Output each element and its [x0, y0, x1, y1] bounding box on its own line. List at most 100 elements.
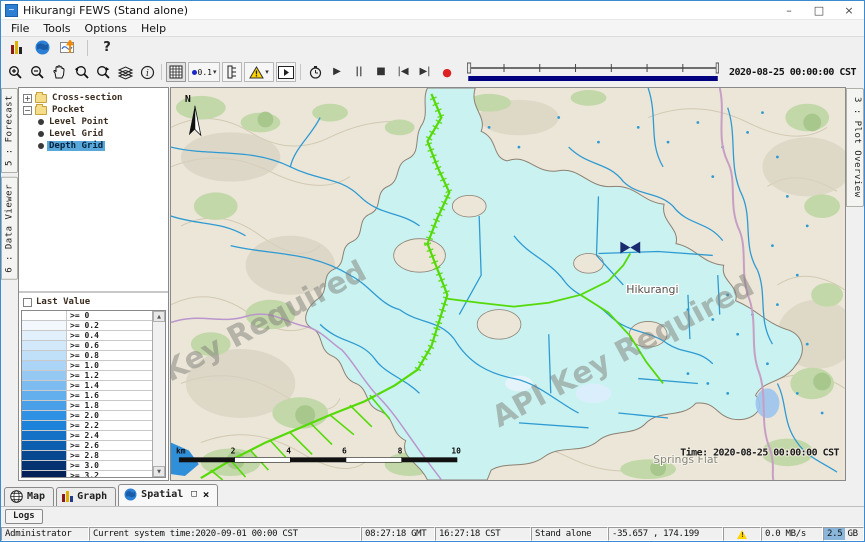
tree-node-label[interactable]: Level Point [47, 117, 111, 127]
tree-node-cross-section[interactable]: + Cross-section [23, 92, 166, 104]
first-frame-button[interactable]: |◀ [393, 62, 413, 82]
record-button[interactable]: ● [437, 62, 457, 82]
legend-row-label: >= 1.6 [67, 391, 152, 400]
legend-row[interactable]: >= 0 [22, 311, 152, 321]
legend-row[interactable]: >= 1.2 [22, 371, 152, 381]
legend-row[interactable]: >= 2.4 [22, 431, 152, 441]
grid-display-icon[interactable] [166, 62, 186, 82]
movie-player-icon[interactable] [276, 62, 296, 82]
map-canvas[interactable]: API Key Required API Key Required Hikura… [171, 88, 845, 480]
legend-row[interactable]: >= 0.6 [22, 341, 152, 351]
timeseries-icon[interactable] [59, 39, 77, 57]
memory-label: 2.5 GB [827, 529, 858, 539]
legend-row-label: >= 2.0 [67, 411, 152, 420]
toolbar-separator [87, 40, 88, 56]
legend-row[interactable]: >= 2.2 [22, 421, 152, 431]
legend-row[interactable]: >= 0.4 [22, 331, 152, 341]
menu-options[interactable]: Options [78, 21, 134, 36]
zoom-out-icon[interactable] [27, 62, 47, 82]
menu-tools[interactable]: Tools [36, 21, 77, 36]
legend-row[interactable]: >= 1.4 [22, 381, 152, 391]
menu-file[interactable]: File [4, 21, 36, 36]
info-icon[interactable]: i [137, 62, 157, 82]
tab-data-viewer[interactable]: 6 : Data Viewer [1, 177, 18, 280]
animation-timer-icon[interactable] [305, 62, 325, 82]
tree-node-pocket[interactable]: − Pocket [23, 104, 166, 116]
legend-scrollbar[interactable]: ▲ ▼ [152, 311, 165, 477]
zoom-next-icon[interactable] [93, 62, 113, 82]
expand-icon[interactable]: + [23, 94, 32, 103]
help-icon[interactable]: ? [98, 39, 116, 57]
timeline-slider[interactable] [465, 61, 721, 83]
last-value-checkbox[interactable] [23, 298, 32, 307]
tab-forecast[interactable]: 5 : Forecast [1, 88, 18, 173]
tree-node-label[interactable]: Pocket [50, 105, 87, 115]
tab-maximize-icon[interactable]: □ [191, 489, 196, 499]
legend-row[interactable]: >= 0.8 [22, 351, 152, 361]
status-user: Administrator [1, 527, 89, 541]
minimize-button[interactable]: – [774, 1, 804, 19]
legend-row[interactable]: >= 0.2 [22, 321, 152, 331]
stop-button[interactable]: ■ [371, 62, 391, 82]
legend-row[interactable]: >= 2.0 [22, 411, 152, 421]
collapse-icon[interactable]: − [23, 106, 32, 115]
tree-node-depth-grid[interactable]: Depth Grid [37, 140, 166, 152]
globe-glyph [35, 40, 50, 55]
scroll-down-icon[interactable]: ▼ [153, 466, 165, 477]
scroll-up-icon[interactable]: ▲ [153, 311, 165, 322]
bullet-icon [38, 131, 44, 137]
tab-spatial[interactable]: Spatial □ × [118, 484, 218, 506]
close-button[interactable]: × [834, 1, 864, 19]
legend-table: >= 0>= 0.2>= 0.4>= 0.6>= 0.8>= 1.0>= 1.2… [21, 310, 166, 478]
tree-node-level-grid[interactable]: Level Grid [37, 128, 166, 140]
svg-text:N: N [185, 94, 191, 105]
folder-icon [35, 94, 47, 103]
play-button[interactable]: ▶ [327, 62, 347, 82]
zoom-previous-icon[interactable] [71, 62, 91, 82]
spatial-display-icon[interactable] [33, 39, 51, 57]
map-viewport[interactable]: API Key Required API Key Required Hikura… [170, 87, 846, 481]
legend-toggle-icon[interactable] [222, 62, 242, 82]
title-bar[interactable]: ~ Hikurangi FEWS (Stand alone) – □ × [1, 1, 864, 19]
chart-glyph [60, 40, 76, 55]
legend-row[interactable]: >= 1.6 [22, 391, 152, 401]
last-glyph: ▶| [419, 67, 430, 77]
svg-text:!: ! [255, 69, 259, 78]
legend-color-swatch [22, 351, 67, 360]
tree-node-label-selected[interactable]: Depth Grid [47, 141, 105, 151]
tab-graph[interactable]: Graph [56, 487, 116, 506]
tab-map[interactable]: Map [4, 487, 54, 506]
logs-button[interactable]: Logs [5, 509, 43, 524]
map-toolbar: i 0.1 ▾ ! ▾ ▶ || ■ |◀ ▶| ● [1, 58, 864, 86]
menu-help[interactable]: Help [134, 21, 173, 36]
threshold-value: 0.1 [198, 68, 212, 77]
thresholds-warning-dropdown[interactable]: ! ▾ [244, 62, 274, 82]
timeline-handle[interactable] [467, 63, 470, 73]
status-warning[interactable] [723, 527, 761, 541]
legend-row[interactable]: >= 2.6 [22, 441, 152, 451]
tab-plot-overview[interactable]: 3 : Plot Overview [846, 88, 864, 207]
zoom-in-icon[interactable] [5, 62, 25, 82]
tree-node-level-point[interactable]: Level Point [37, 116, 166, 128]
legend-row[interactable]: >= 1.8 [22, 401, 152, 411]
tree-node-label[interactable]: Cross-section [50, 93, 124, 103]
pan-icon[interactable] [49, 62, 69, 82]
legend-checkbox-label: Last Value [36, 297, 90, 307]
caret-down-icon: ▾ [265, 68, 269, 76]
tree-node-label[interactable]: Level Grid [47, 129, 105, 139]
dot-glyph [192, 70, 197, 75]
legend-row[interactable]: >= 3.0 [22, 461, 152, 471]
reports-icon[interactable] [7, 39, 25, 57]
map-time-label: Time: 2020-08-25 00:00:00 CST [680, 446, 839, 458]
legend-color-swatch [22, 391, 67, 400]
layers-icon[interactable] [115, 62, 135, 82]
contour-threshold-dropdown[interactable]: 0.1 ▾ [188, 62, 220, 82]
legend-row[interactable]: >= 2.8 [22, 451, 152, 461]
tab-close-icon[interactable]: × [203, 488, 210, 501]
last-frame-button[interactable]: ▶| [415, 62, 435, 82]
legend-row[interactable]: >= 1.0 [22, 361, 152, 371]
legend-panel: Last Value >= 0>= 0.2>= 0.4>= 0.6>= 0.8>… [19, 293, 168, 480]
legend-row[interactable]: >= 3.2 [22, 471, 152, 477]
maximize-button[interactable]: □ [804, 1, 834, 19]
pause-button[interactable]: || [349, 62, 369, 82]
